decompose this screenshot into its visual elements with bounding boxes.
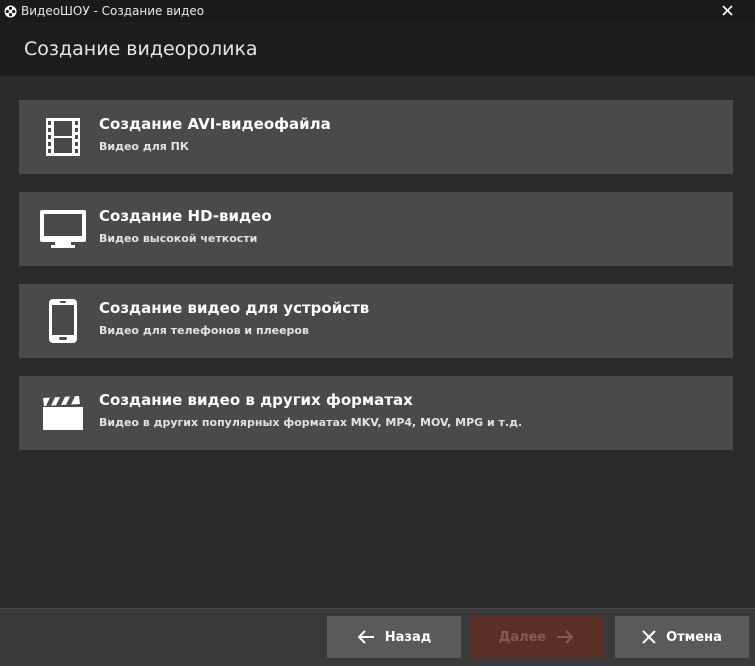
option-title: Создание AVI-видеофайла — [99, 115, 331, 133]
title-bar: ВидеоШОУ - Создание видео — [0, 0, 755, 22]
back-button[interactable]: Назад — [327, 616, 461, 658]
next-button[interactable]: Далее — [470, 616, 603, 658]
clapperboard-icon — [39, 391, 87, 435]
option-device-video[interactable]: Создание видео для устройств Видео для т… — [19, 284, 733, 358]
option-avi-video[interactable]: Создание AVI-видеофайла Видео для ПК — [19, 100, 733, 174]
smartphone-icon — [39, 299, 87, 343]
page-header: Создание видеоролика — [0, 22, 755, 76]
film-strip-icon — [39, 115, 87, 159]
back-label: Назад — [384, 629, 432, 645]
footer-bar: Назад Далее Отмена — [0, 608, 755, 666]
page-title: Создание видеоролика — [24, 38, 258, 60]
option-other-formats[interactable]: Создание видео в других форматах Видео в… — [19, 376, 733, 450]
close-window-button[interactable] — [719, 2, 735, 18]
option-subtitle: Видео в других популярных форматах MKV, … — [99, 416, 523, 429]
option-title: Создание видео в других форматах — [99, 391, 413, 409]
monitor-icon — [39, 207, 87, 251]
cancel-button[interactable]: Отмена — [615, 616, 749, 658]
option-subtitle: Видео высокой четкости — [99, 232, 258, 245]
close-icon — [642, 630, 656, 644]
option-subtitle: Видео для телефонов и плееров — [99, 324, 309, 337]
close-icon — [721, 4, 733, 16]
arrow-left-icon — [357, 629, 375, 645]
cancel-label: Отмена — [666, 629, 722, 645]
option-hd-video[interactable]: Создание HD-видео Видео высокой четкости — [19, 192, 733, 266]
next-label: Далее — [498, 629, 547, 645]
option-title: Создание HD-видео — [99, 207, 272, 225]
window-title: ВидеоШОУ - Создание видео — [21, 4, 205, 18]
option-subtitle: Видео для ПК — [99, 140, 189, 153]
option-title: Создание видео для устройств — [99, 299, 370, 317]
option-list: Создание AVI-видеофайла Видео для ПК Соз… — [19, 100, 733, 468]
app-logo-icon — [3, 4, 17, 18]
arrow-right-icon — [556, 629, 574, 645]
